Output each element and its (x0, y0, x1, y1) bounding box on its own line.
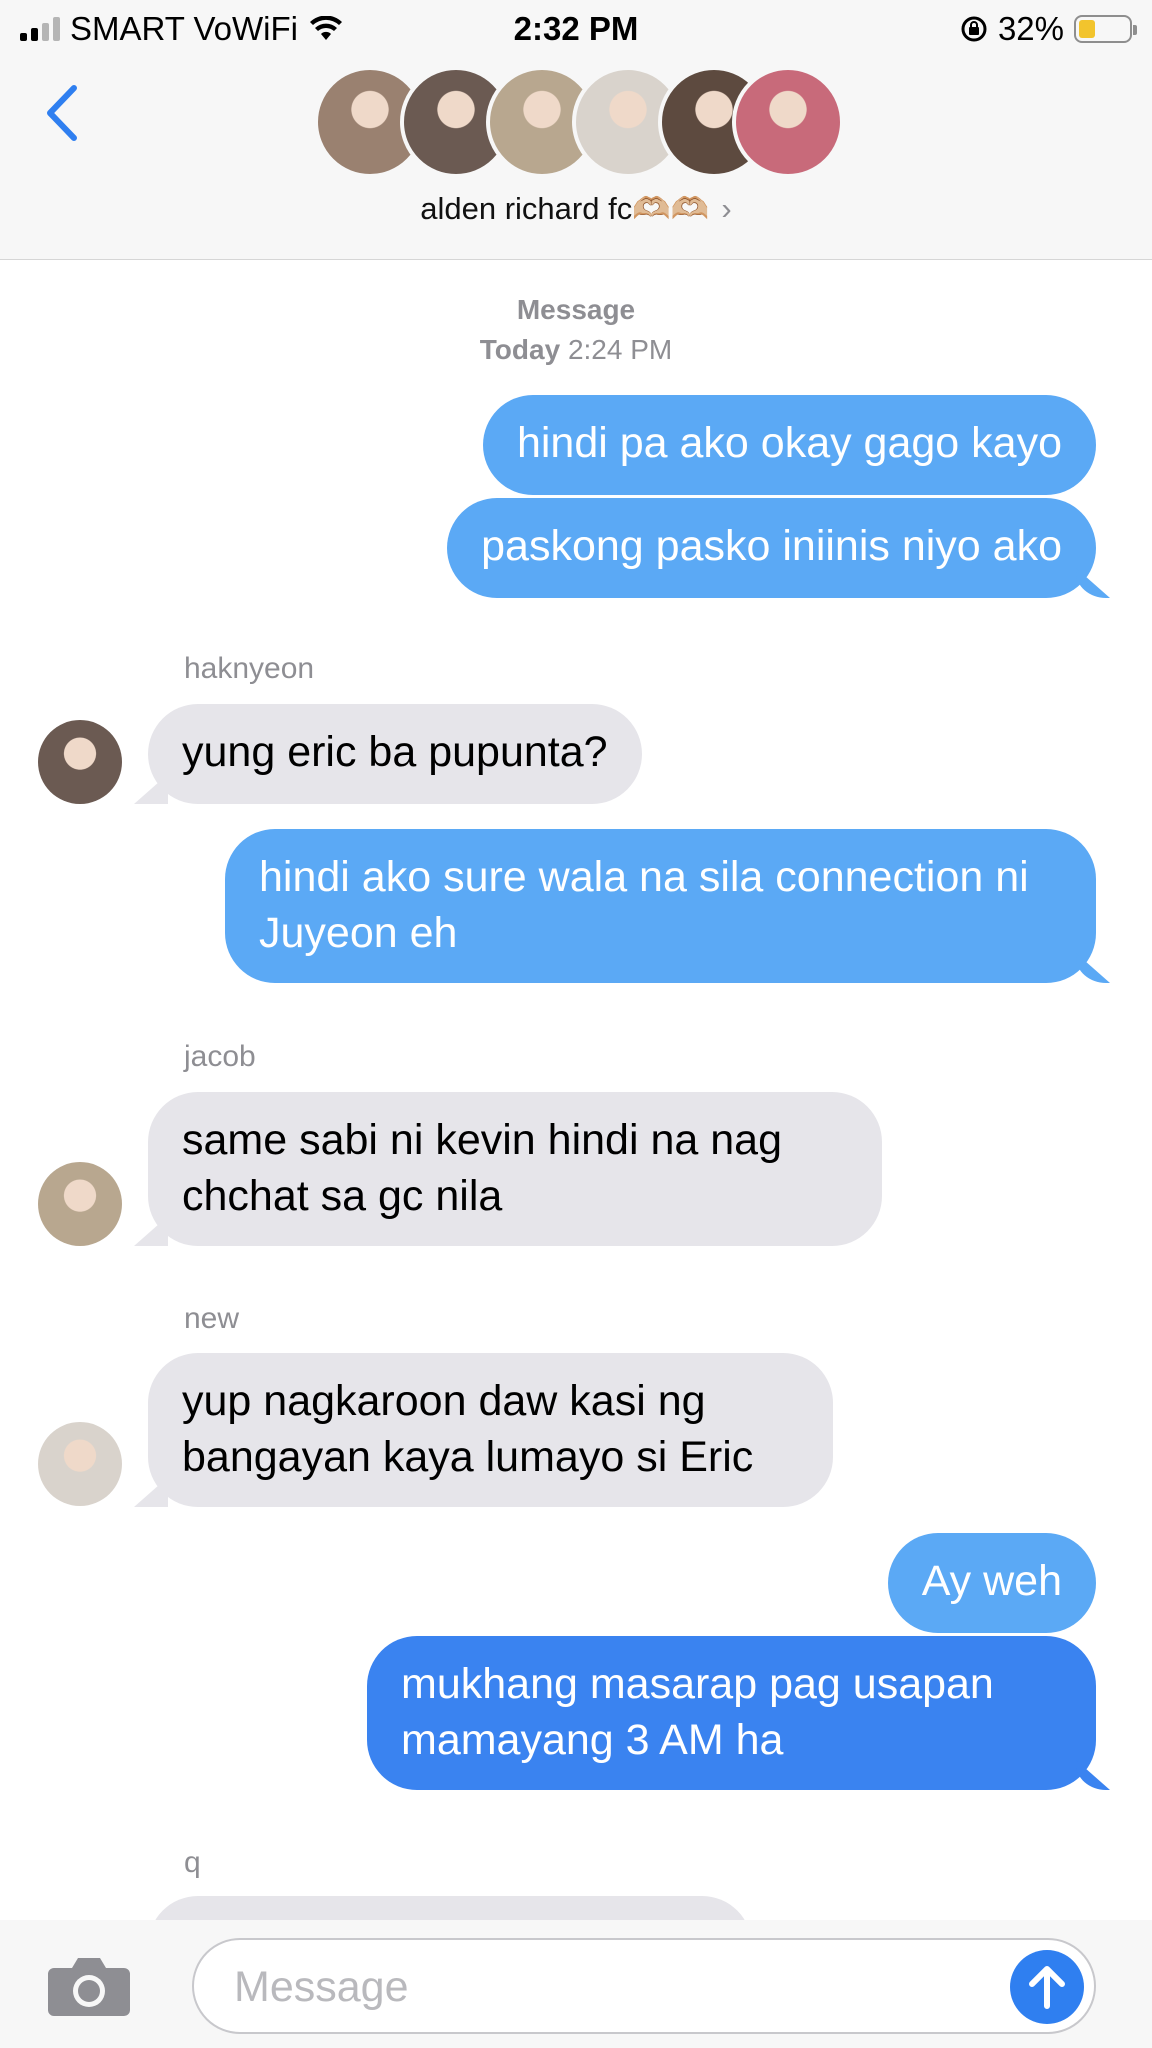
send-button[interactable] (1010, 1950, 1084, 2024)
incoming-message[interactable]: same sabi ni kevin hindi na nag chchat s… (148, 1092, 882, 1246)
avatar (732, 66, 844, 178)
battery-icon (1074, 15, 1137, 43)
incoming-message[interactable]: yup nagkaroon daw kasi ng bangayan kaya … (148, 1353, 833, 1507)
group-name[interactable]: alden richard fc🫶🏼🫶🏼 › (0, 190, 1152, 227)
group-name-text: alden richard fc🫶🏼🫶🏼 (420, 191, 710, 226)
message-text: hindi pa ako okay gago kayo (516, 419, 1062, 467)
arrow-up-icon (1029, 1966, 1065, 2009)
sender-name: jacob (184, 1040, 256, 1073)
avatar[interactable] (38, 1162, 122, 1246)
chevron-right-icon: › (721, 191, 732, 226)
outgoing-message[interactable]: hindi pa ako okay gago kayo (482, 395, 1096, 495)
avatar[interactable] (38, 1422, 122, 1506)
battery-level (1079, 20, 1095, 38)
sender-name: haknyeon (184, 652, 315, 685)
group-avatars[interactable] (314, 66, 844, 178)
timestamp-time: 2:24 PM (567, 334, 673, 365)
incoming-message[interactable]: yung eric ba pupunta? (148, 704, 642, 804)
conversation-header: alden richard fc🫶🏼🫶🏼 › (0, 58, 1152, 260)
message-composer (0, 1920, 1152, 2048)
message-text: same sabi ni kevin hindi na nag chchat s… (182, 1116, 782, 1220)
message-text: hindi ako sure wala na sila connection n… (259, 853, 1029, 957)
sender-name: q (184, 1846, 201, 1879)
message-field[interactable] (192, 1938, 1096, 2034)
battery-percent: 32% (997, 10, 1064, 47)
orientation-lock-icon (961, 16, 987, 42)
message-text: yung eric ba pupunta? (182, 728, 608, 776)
outgoing-message[interactable]: mukhang masarap pag usapan mamayang 3 AM… (367, 1636, 1096, 1790)
message-text: Ay weh (921, 1557, 1062, 1605)
sender-name: new (184, 1302, 240, 1335)
outgoing-message[interactable]: paskong pasko iniinis niyo ako (447, 498, 1096, 598)
service-label: Message (516, 294, 636, 325)
camera-icon[interactable] (46, 1954, 132, 2018)
status-bar: SMART VoWiFi 2:32 PM 32% (0, 0, 1152, 58)
avatar[interactable] (38, 720, 122, 804)
timestamp-day: Today (479, 334, 561, 365)
message-input[interactable] (232, 1958, 976, 2016)
outgoing-message[interactable]: Ay weh (887, 1533, 1096, 1633)
back-chevron-icon[interactable] (40, 78, 90, 148)
message-text: paskong pasko iniinis niyo ako (481, 522, 1062, 570)
status-right: 32% (960, 10, 1137, 48)
message-text: mukhang masarap pag usapan mamayang 3 AM… (401, 1660, 994, 1764)
message-text: yup nagkaroon daw kasi ng bangayan kaya … (182, 1377, 754, 1481)
thread-timestamp: Message Today 2:24 PM (0, 290, 1152, 370)
outgoing-message[interactable]: hindi ako sure wala na sila connection n… (225, 829, 1096, 983)
